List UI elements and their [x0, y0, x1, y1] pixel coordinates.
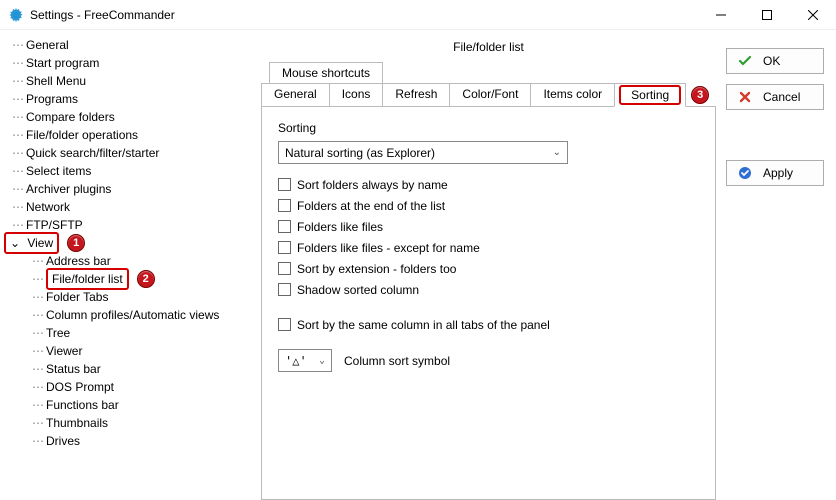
apply-icon	[737, 166, 753, 180]
tree-item-column-profiles[interactable]: ⋯Column profiles/Automatic views	[4, 306, 255, 324]
chevron-down-icon: ⌄	[319, 355, 325, 366]
tab-mouse-shortcuts[interactable]: Mouse shortcuts	[269, 62, 383, 83]
checkbox-folders-like-files-except-name[interactable]: Folders like files - except for name	[278, 237, 699, 258]
checkbox-icon	[278, 283, 291, 296]
tree-item-file-folder-list[interactable]: ⋯ File/folder list 2	[4, 270, 255, 288]
chevron-down-icon: ⌄	[553, 147, 561, 158]
column-sort-symbol-label: Column sort symbol	[344, 354, 450, 368]
checkbox-folders-like-files[interactable]: Folders like files	[278, 216, 699, 237]
column-sort-symbol-dropdown[interactable]: '△' ⌄	[278, 349, 332, 372]
tree-item-address-bar[interactable]: ⋯Address bar	[4, 252, 255, 270]
annotation-highlight-1: ⌄ View	[4, 232, 59, 254]
annotation-highlight-3: Sorting	[619, 85, 681, 105]
panel-title: File/folder list	[261, 36, 716, 62]
checkbox-icon	[278, 318, 291, 331]
tree-item-view[interactable]: ⌄ View 1	[4, 234, 255, 252]
tree-item-shell-menu[interactable]: ⋯Shell Menu	[4, 72, 255, 90]
checkbox-icon	[278, 199, 291, 212]
cancel-button[interactable]: Cancel	[726, 84, 824, 110]
annotation-badge-2: 2	[137, 270, 155, 288]
annotation-badge-3: 3	[691, 86, 709, 104]
ok-button[interactable]: OK	[726, 48, 824, 74]
checkbox-folders-at-end[interactable]: Folders at the end of the list	[278, 195, 699, 216]
tree-item-status-bar[interactable]: ⋯Status bar	[4, 360, 255, 378]
window-maximize-button[interactable]	[744, 0, 790, 30]
checkbox-icon	[278, 262, 291, 275]
tree-item-functions-bar[interactable]: ⋯Functions bar	[4, 396, 255, 414]
window-minimize-button[interactable]	[698, 0, 744, 30]
tab-content-sorting: Sorting Natural sorting (as Explorer) ⌄ …	[261, 106, 716, 500]
tab-sorting[interactable]: Sorting	[614, 83, 686, 107]
tab-items-color[interactable]: Items color	[530, 83, 615, 107]
sorting-group-label: Sorting	[278, 121, 699, 135]
dialog-buttons: OK Cancel Apply	[726, 30, 836, 500]
check-icon	[737, 54, 753, 68]
checkbox-shadow-sorted-column[interactable]: Shadow sorted column	[278, 279, 699, 300]
tree-item-select-items[interactable]: ⋯Select items	[4, 162, 255, 180]
settings-tree: ⋯General ⋯Start program ⋯Shell Menu ⋯Pro…	[0, 30, 255, 500]
tab-general[interactable]: General	[261, 83, 330, 107]
window-close-button[interactable]	[790, 0, 836, 30]
checkbox-icon	[278, 220, 291, 233]
tree-item-general[interactable]: ⋯General	[4, 36, 255, 54]
tree-item-compare-folders[interactable]: ⋯Compare folders	[4, 108, 255, 126]
window-titlebar: Settings - FreeCommander	[0, 0, 836, 30]
tree-item-dos-prompt[interactable]: ⋯DOS Prompt	[4, 378, 255, 396]
checkbox-sort-folders-by-name[interactable]: Sort folders always by name	[278, 174, 699, 195]
checkbox-icon	[278, 241, 291, 254]
annotation-badge-1: 1	[67, 234, 85, 252]
x-icon	[737, 91, 753, 103]
checkbox-same-column-all-tabs[interactable]: Sort by the same column in all tabs of t…	[278, 314, 699, 335]
tree-item-quick-search[interactable]: ⋯Quick search/filter/starter	[4, 144, 255, 162]
tab-refresh[interactable]: Refresh	[382, 83, 450, 107]
checkbox-sort-by-extension[interactable]: Sort by extension - folders too	[278, 258, 699, 279]
gear-icon	[8, 7, 24, 23]
sorting-mode-dropdown[interactable]: Natural sorting (as Explorer) ⌄	[278, 141, 568, 164]
settings-main-panel: File/folder list Mouse shortcuts General…	[255, 30, 726, 500]
tree-item-network[interactable]: ⋯Network	[4, 198, 255, 216]
dropdown-value: Natural sorting (as Explorer)	[285, 146, 435, 160]
tree-item-file-folder-operations[interactable]: ⋯File/folder operations	[4, 126, 255, 144]
tree-item-thumbnails[interactable]: ⋯Thumbnails	[4, 414, 255, 432]
tab-icons[interactable]: Icons	[329, 83, 384, 107]
checkbox-icon	[278, 178, 291, 191]
tree-item-archiver-plugins[interactable]: ⋯Archiver plugins	[4, 180, 255, 198]
apply-button[interactable]: Apply	[726, 160, 824, 186]
tab-color-font[interactable]: Color/Font	[449, 83, 531, 107]
tree-item-folder-tabs[interactable]: ⋯Folder Tabs	[4, 288, 255, 306]
tree-item-viewer[interactable]: ⋯Viewer	[4, 342, 255, 360]
annotation-highlight-2: File/folder list	[46, 268, 129, 290]
tree-item-tree[interactable]: ⋯Tree	[4, 324, 255, 342]
tree-item-start-program[interactable]: ⋯Start program	[4, 54, 255, 72]
tree-item-programs[interactable]: ⋯Programs	[4, 90, 255, 108]
chevron-down-icon: ⌄	[10, 234, 20, 252]
tree-item-drives[interactable]: ⋯Drives	[4, 432, 255, 450]
window-title: Settings - FreeCommander	[30, 8, 175, 22]
